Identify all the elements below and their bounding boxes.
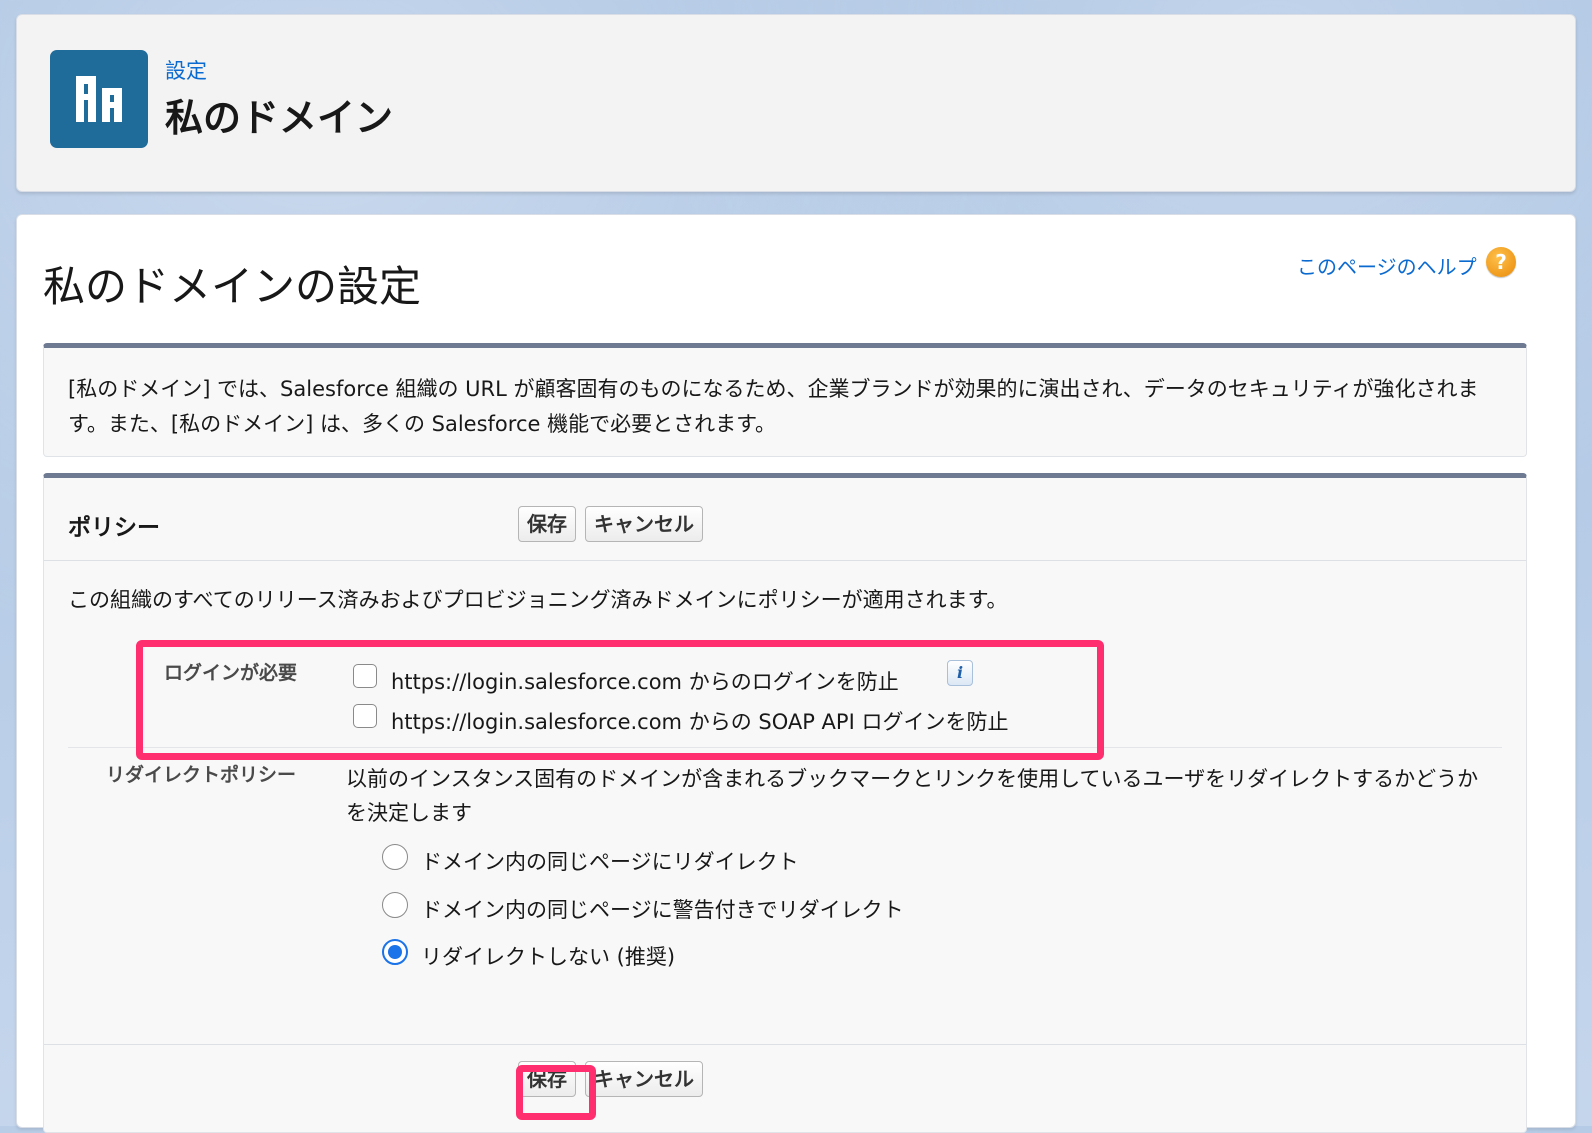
redirect-with-warning-radio[interactable] (382, 892, 408, 918)
divider (44, 1044, 1526, 1045)
no-redirect-radio[interactable] (382, 939, 408, 965)
divider (44, 560, 1526, 561)
save-button-top[interactable]: 保存 (518, 506, 576, 542)
intro-box: [私のドメイン] では、Salesforce 組織の URL が顧客固有のものに… (43, 343, 1527, 457)
cancel-button-top[interactable]: キャンセル (585, 506, 703, 542)
policy-description: この組織のすべてのリリース済みおよびプロビジョニング済みドメインにポリシーが適用… (68, 588, 1008, 612)
redirect-policy-description: 以前のインスタンス固有のドメインが含まれるブックマークとリンクを使用しているユー… (346, 767, 1479, 825)
no-redirect-label: リダイレクトしない (推奨) (421, 945, 676, 969)
header-card: 設定 私のドメイン (16, 14, 1576, 192)
policy-section: ポリシー 保存 キャンセル この組織のすべてのリリース済みおよびプロビジョニング… (43, 473, 1527, 1133)
help-icon[interactable]: ? (1486, 247, 1516, 277)
help-link[interactable]: このページのヘルプ (1297, 251, 1477, 280)
redirect-with-warning-label: ドメイン内の同じページに警告付きでリダイレクト (421, 898, 904, 922)
breadcrumb[interactable]: 設定 (165, 55, 207, 85)
policy-title: ポリシー (68, 515, 160, 541)
login-required-highlight (136, 640, 1104, 760)
cancel-button-bottom[interactable]: キャンセル (585, 1061, 703, 1097)
page-header-title: 私のドメイン (165, 96, 394, 140)
redirect-policy-label: リダイレクトポリシー (106, 764, 297, 786)
redirect-same-page-radio[interactable] (382, 844, 408, 870)
page-title: 私のドメインの設定 (43, 262, 422, 311)
building-icon (50, 50, 148, 148)
redirect-same-page-label: ドメイン内の同じページにリダイレクト (421, 850, 799, 874)
intro-text: [私のドメイン] では、Salesforce 組織の URL が顧客固有のものに… (68, 377, 1479, 436)
save-button-highlight (516, 1065, 596, 1120)
